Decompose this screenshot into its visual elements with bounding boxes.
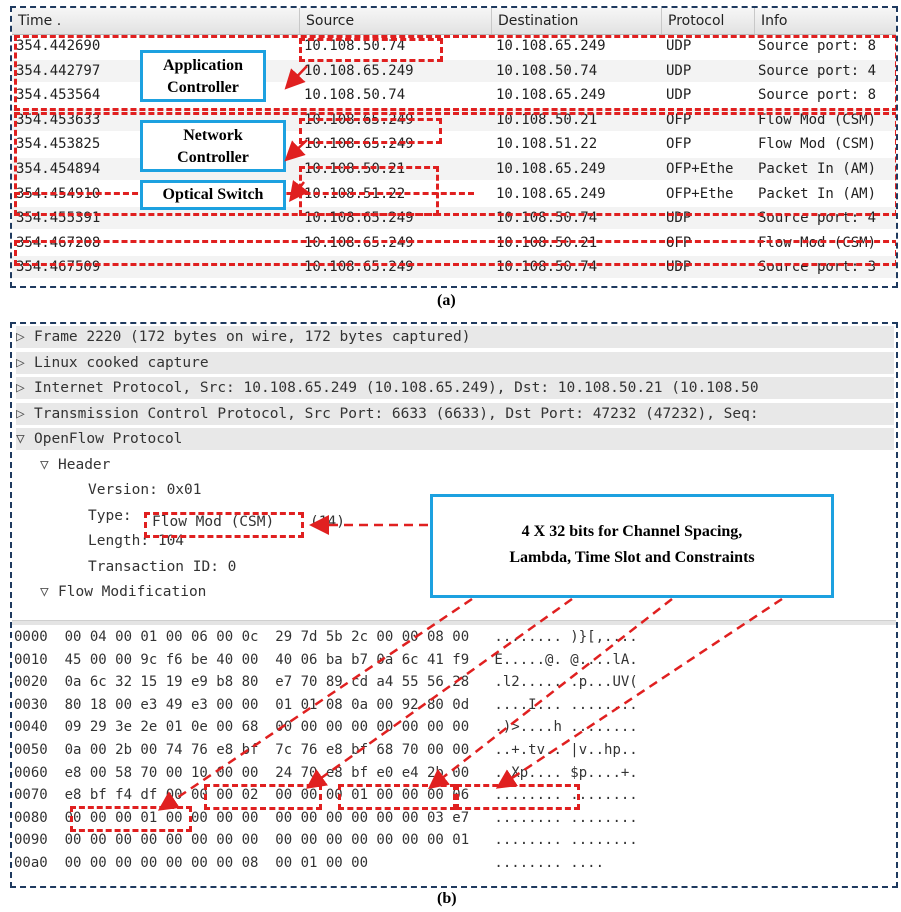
annotation-arrows: [157, 515, 783, 811]
caption-b: (b): [437, 890, 457, 907]
caption-a: (a): [437, 292, 456, 309]
packet-details-panel: ▷ Frame 2220 (172 bytes on wire, 172 byte…: [10, 322, 898, 888]
callout-arrows: [284, 65, 309, 202]
packet-list-panel: Time . Source Destination Protocol Info …: [10, 6, 898, 288]
